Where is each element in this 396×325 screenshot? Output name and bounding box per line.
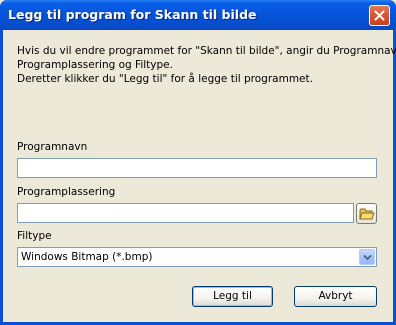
browse-button[interactable] [356,203,377,224]
close-button[interactable] [369,5,390,26]
instructions-text: Hvis du vil endre programmet for "Skann … [17,44,396,86]
folder-icon [359,208,375,220]
dialog-body: Hvis du vil endre programmet for "Skann … [3,30,396,322]
file-type-label: Filtype [17,230,52,242]
file-type-select[interactable]: Windows Bitmap (*.bmp) [17,247,377,267]
chevron-down-icon [363,254,372,261]
program-location-label: Programplassering [17,186,116,198]
program-location-input[interactable] [17,203,354,223]
close-icon [374,10,385,21]
file-type-dropdown-button[interactable] [359,249,375,265]
cancel-button[interactable]: Avbryt [294,286,377,307]
program-name-input[interactable] [17,158,377,178]
instructions-line: Hvis du vil endre programmet for "Skann … [17,45,396,57]
program-name-label: Programnavn [17,141,88,153]
dialog-window: Legg til program for Skann til bilde Hvi… [0,0,396,325]
add-button[interactable]: Legg til [192,286,273,307]
title-bar[interactable]: Legg til program for Skann til bilde [0,0,396,30]
instructions-line: Deretter klikker du "Legg til" for å leg… [17,73,313,85]
window-title: Legg til program for Skann til bilde [8,7,257,22]
file-type-selected-value: Windows Bitmap (*.bmp) [21,251,153,263]
instructions-line: Programplassering og Filtype. [17,59,173,71]
